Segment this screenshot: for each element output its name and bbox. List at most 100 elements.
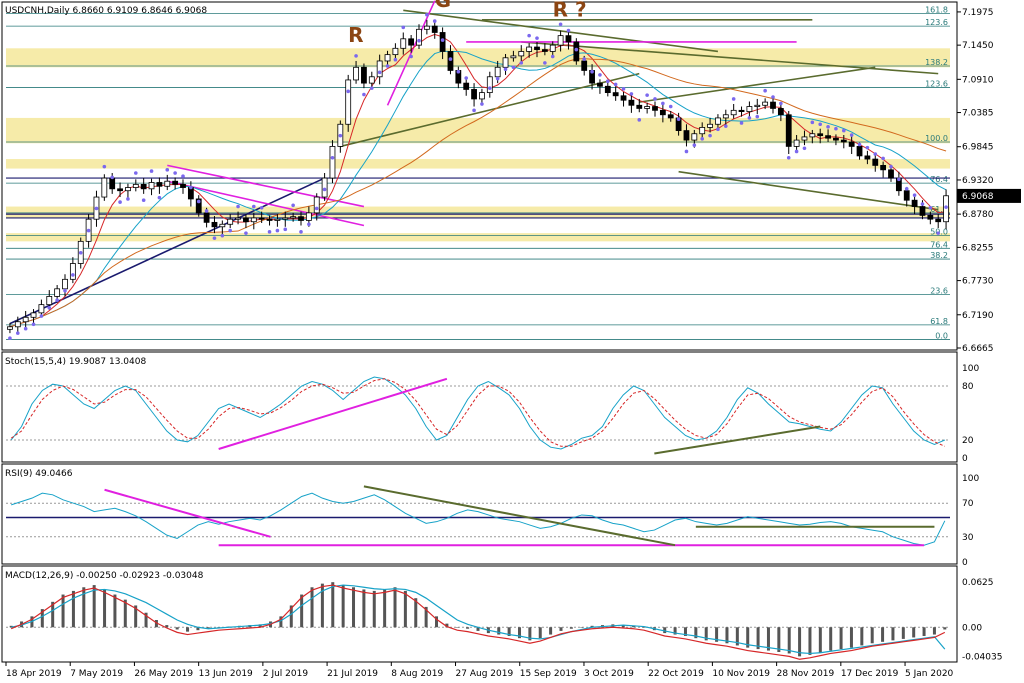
candle-body <box>447 51 454 71</box>
psar-dot <box>432 19 437 23</box>
psar-dot <box>141 198 146 203</box>
candle-body <box>361 66 367 84</box>
psar-dot <box>739 121 744 125</box>
price-tick-label: 6.8780 <box>962 210 994 220</box>
pattern-label: R <box>348 23 363 47</box>
macd-histogram-bar <box>300 594 304 628</box>
psar-dot <box>39 314 44 318</box>
fib-level-label: 0.0 <box>935 331 948 340</box>
psar-dot <box>165 168 170 172</box>
macd-histogram-bar <box>383 589 387 628</box>
date-tick-label: 5 Jan 2020 <box>905 669 953 679</box>
psar-dot <box>362 92 366 97</box>
candle-body <box>30 312 37 318</box>
candle-body <box>903 190 910 201</box>
candle-body <box>266 218 273 221</box>
indicator-tick-label: 20 <box>962 436 974 446</box>
candle-body <box>667 114 674 119</box>
macd-histogram-bar <box>839 627 843 650</box>
candle-body <box>801 136 808 141</box>
candle-body <box>494 66 501 78</box>
psar-dot <box>716 127 720 132</box>
psar-dot <box>134 171 138 175</box>
candle-body <box>526 46 533 52</box>
price-tick-label: 7.1450 <box>962 41 994 51</box>
macd-histogram-bar <box>912 627 916 638</box>
macd-histogram-bar <box>175 627 179 630</box>
candle-body <box>471 89 477 100</box>
macd-histogram-bar <box>372 590 376 628</box>
psar-dot <box>291 203 295 208</box>
trading-chart[interactable]: 161.8123.6138.2123.6100.076.461.850.076.… <box>0 0 1024 683</box>
candle-body <box>132 183 139 188</box>
candle-body <box>817 133 824 137</box>
macd-histogram-bar <box>881 627 885 642</box>
candle-body <box>274 218 281 221</box>
candle-body <box>534 46 540 50</box>
psar-dot <box>118 200 122 204</box>
candle-body <box>148 182 155 190</box>
psar-dot <box>857 142 862 147</box>
candle-body <box>140 183 147 190</box>
psar-dot <box>936 231 940 235</box>
psar-dot <box>881 156 885 161</box>
psar-dot <box>157 195 162 200</box>
fib-level-label: 100.0 <box>925 134 948 143</box>
candle-body <box>408 38 415 46</box>
psar-dot <box>71 273 75 277</box>
macd-histogram-bar <box>922 627 926 636</box>
psar-dot <box>425 12 429 17</box>
psar-dot <box>818 122 822 127</box>
price-tick-label: 6.9320 <box>962 176 994 186</box>
candle-body <box>250 217 257 223</box>
psar-dot <box>535 36 539 40</box>
psar-dot <box>779 101 783 106</box>
candle-body <box>770 101 776 109</box>
candle-body <box>368 76 375 84</box>
candle-body <box>518 51 525 57</box>
psar-dot <box>173 171 177 175</box>
candle-body <box>321 177 328 198</box>
psar-dot <box>708 133 712 138</box>
candle-body <box>69 263 76 280</box>
date-tick-label: 17 Dec 2019 <box>841 669 899 679</box>
psar-dot <box>283 227 288 232</box>
macd-tick-label: -0.04035 <box>962 653 1002 663</box>
candle-body <box>888 169 894 179</box>
candle-body <box>935 218 942 223</box>
psar-dot <box>842 128 846 133</box>
psar-dot <box>385 64 390 68</box>
candle-body <box>227 218 234 225</box>
price-tick-label: 7.0385 <box>962 109 994 119</box>
price-tick-label: 7.0910 <box>962 75 994 85</box>
stoch-panel[interactable] <box>1 351 958 463</box>
fib-level-label: 61.8 <box>930 317 948 326</box>
candle-body <box>510 55 517 59</box>
psar-dot <box>543 61 547 65</box>
macd-histogram-bar <box>362 589 366 628</box>
candle-body <box>809 133 816 138</box>
candle-body <box>856 146 863 157</box>
rsi-panel[interactable] <box>1 463 958 565</box>
macd-histogram-bar <box>403 590 407 628</box>
psar-dot <box>346 89 351 94</box>
psar-dot <box>613 82 618 87</box>
candle-body <box>864 155 871 160</box>
candle-body <box>557 35 564 46</box>
psar-dot <box>763 88 767 93</box>
candle-body <box>785 114 792 147</box>
candle-body <box>486 76 493 94</box>
price-tick-label: 7.1975 <box>962 8 994 18</box>
psar-dot <box>920 202 925 206</box>
candle-body <box>565 35 572 43</box>
candle-body <box>125 187 131 192</box>
macd-histogram-bar <box>569 627 573 629</box>
macd-histogram-bar <box>849 627 853 648</box>
pattern-label: G <box>435 0 451 12</box>
date-tick-label: 13 Jun 2019 <box>199 669 253 679</box>
psar-dot <box>330 156 335 160</box>
candle-body <box>479 92 485 100</box>
date-tick-label: 26 May 2019 <box>134 669 193 679</box>
indicator-tick-label: 30 <box>962 533 974 543</box>
psar-dot <box>519 61 524 65</box>
